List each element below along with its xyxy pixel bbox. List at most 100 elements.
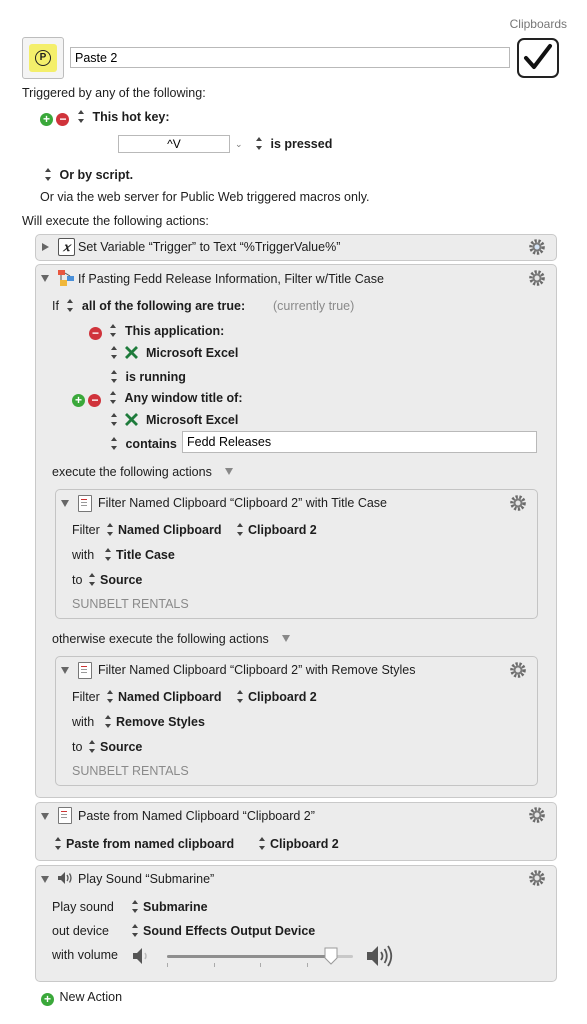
script-trigger-row[interactable]: Or by script.: [44, 168, 133, 182]
app-stepper-icon[interactable]: [110, 346, 119, 359]
then-actions-menu-icon[interactable]: [225, 468, 234, 475]
filter-clipboard-select[interactable]: Clipboard 2: [236, 523, 317, 537]
source-stepper-icon[interactable]: [106, 690, 115, 703]
hotkey-state-row[interactable]: is pressed: [255, 137, 332, 151]
else-actions-menu-icon[interactable]: [282, 635, 291, 642]
filter-action-title: Filter Named Clipboard “Clipboard 2” wit…: [98, 496, 388, 510]
filter-type-stepper-icon[interactable]: [104, 548, 113, 561]
gear-icon[interactable]: [528, 269, 546, 287]
paste-clipboard-name: Clipboard 2: [270, 837, 339, 851]
triggers-title: Triggered by any of the following:: [22, 86, 206, 100]
paste-clipboard-select[interactable]: Clipboard 2: [258, 837, 339, 851]
filter-target-select[interactable]: Source: [88, 573, 142, 587]
condition-app-state-select[interactable]: is running: [110, 370, 186, 384]
condition-window-op: contains: [125, 437, 177, 451]
condition-mode-stepper-icon[interactable]: [66, 299, 75, 312]
filter-title-case-action[interactable]: Filter Named Clipboard “Clipboard 2” wit…: [55, 489, 538, 619]
filter-target-name: Source: [100, 573, 143, 587]
paste-clipboard-stepper-icon[interactable]: [258, 837, 267, 850]
gear-icon[interactable]: [528, 238, 546, 256]
expand-disclosure-icon[interactable]: [42, 243, 49, 251]
else-actions-label: otherwise execute the following actions: [52, 632, 291, 646]
add-trigger-icon[interactable]: +: [40, 113, 53, 126]
volume-high-icon: [367, 945, 393, 967]
speaker-icon: [58, 872, 72, 884]
macro-enabled-checkbox[interactable]: [517, 38, 559, 78]
condition-app-select[interactable]: Microsoft Excel: [110, 346, 238, 360]
filter-source-select[interactable]: Named Clipboard: [106, 523, 222, 537]
hotkey-state-label: is pressed: [270, 137, 333, 151]
target-stepper-icon[interactable]: [88, 740, 97, 753]
play-sound-action[interactable]: Play Sound “Submarine” Play sound Submar…: [35, 865, 557, 982]
window-op-stepper-icon[interactable]: [110, 437, 119, 450]
gear-icon[interactable]: [528, 869, 546, 887]
collapse-disclosure-icon[interactable]: [41, 876, 49, 883]
sound-stepper-icon[interactable]: [131, 900, 140, 913]
macro-name-field[interactable]: [70, 47, 510, 68]
script-trigger-stepper-icon[interactable]: [44, 168, 53, 181]
remove-condition-icon[interactable]: −: [89, 327, 102, 340]
filter-clipboard-select[interactable]: Clipboard 2: [236, 690, 317, 704]
remove-condition-icon[interactable]: −: [88, 394, 102, 407]
set-variable-action[interactable]: 𝑥 Set Variable “Trigger” to Text “%Trigg…: [35, 234, 557, 261]
checkmark-icon: [524, 44, 552, 69]
filter-type-name: Remove Styles: [116, 715, 205, 729]
paste-mode-select[interactable]: Paste from named clipboard: [54, 837, 234, 851]
device-select[interactable]: Sound Effects Output Device: [131, 924, 315, 938]
filter-source-select[interactable]: Named Clipboard: [106, 690, 222, 704]
collapse-disclosure-icon[interactable]: [41, 275, 49, 282]
gear-icon[interactable]: [528, 806, 546, 824]
new-action-button[interactable]: + New Action: [41, 990, 122, 1006]
hotkey-state-stepper-icon[interactable]: [255, 137, 264, 150]
hotkey-field[interactable]: [118, 135, 230, 153]
clipboard-stepper-icon[interactable]: [236, 523, 245, 536]
trigger-type-stepper-icon[interactable]: [77, 110, 86, 123]
filter-preview-text: SUNBELT RENTALS: [72, 597, 189, 611]
collapse-disclosure-icon[interactable]: [41, 813, 49, 820]
condition-window-app-select[interactable]: Microsoft Excel: [110, 413, 238, 427]
condition-app-name: Microsoft Excel: [145, 346, 239, 360]
gear-icon[interactable]: [509, 661, 527, 679]
window-title-field[interactable]: [182, 431, 537, 453]
paste-clipboard-action[interactable]: Paste from Named Clipboard “Clipboard 2”…: [35, 802, 557, 861]
filter-type-stepper-icon[interactable]: [104, 715, 113, 728]
paste-p-icon: P: [29, 44, 57, 72]
app-state-stepper-icon[interactable]: [110, 370, 119, 383]
if-action-title: If Pasting Fedd Release Information, Fil…: [78, 272, 384, 286]
filter-action-title: Filter Named Clipboard “Clipboard 2” wit…: [98, 663, 416, 677]
collapse-disclosure-icon[interactable]: [61, 500, 69, 507]
hotkey-trigger-row: + − This hot key:: [40, 110, 170, 126]
clipboard-doc-icon: [78, 662, 92, 679]
volume-slider-knob[interactable]: [324, 947, 338, 965]
hotkey-menu-chevron-icon[interactable]: ⌄: [235, 139, 243, 150]
paste-mode-stepper-icon[interactable]: [54, 837, 63, 850]
app-stepper-icon[interactable]: [110, 413, 119, 426]
source-stepper-icon[interactable]: [106, 523, 115, 536]
collapse-disclosure-icon[interactable]: [61, 667, 69, 674]
filter-type-select[interactable]: Remove Styles: [104, 715, 205, 729]
target-stepper-icon[interactable]: [88, 573, 97, 586]
device-stepper-icon[interactable]: [131, 924, 140, 937]
gear-icon[interactable]: [509, 494, 527, 512]
volume-slider[interactable]: [167, 946, 353, 970]
add-condition-icon[interactable]: +: [72, 394, 85, 407]
filter-type-select[interactable]: Title Case: [104, 548, 175, 562]
sound-select[interactable]: Submarine: [131, 900, 208, 914]
if-then-else-action[interactable]: If Pasting Fedd Release Information, Fil…: [35, 264, 557, 798]
clipboard-stepper-icon[interactable]: [236, 690, 245, 703]
set-variable-title: Set Variable “Trigger” to Text “%Trigger…: [78, 240, 341, 254]
actions-title: Will execute the following actions:: [22, 214, 209, 228]
filter-remove-styles-action[interactable]: Filter Named Clipboard “Clipboard 2” wit…: [55, 656, 538, 786]
sound-label: Play sound: [52, 900, 114, 914]
condition-app-label: This application:: [124, 324, 225, 338]
remove-trigger-icon[interactable]: −: [56, 113, 70, 126]
if-label: If: [52, 299, 59, 313]
condition-type-stepper-icon[interactable]: [109, 391, 118, 404]
macro-icon[interactable]: P: [22, 37, 64, 79]
condition-window-op-select[interactable]: contains: [110, 437, 177, 451]
condition-type-stepper-icon[interactable]: [109, 324, 118, 337]
paste-mode-label: Paste from named clipboard: [66, 837, 235, 851]
clipboard-doc-icon: [58, 807, 72, 824]
macro-group-label: Clipboards: [509, 17, 567, 31]
filter-target-select[interactable]: Source: [88, 740, 142, 754]
